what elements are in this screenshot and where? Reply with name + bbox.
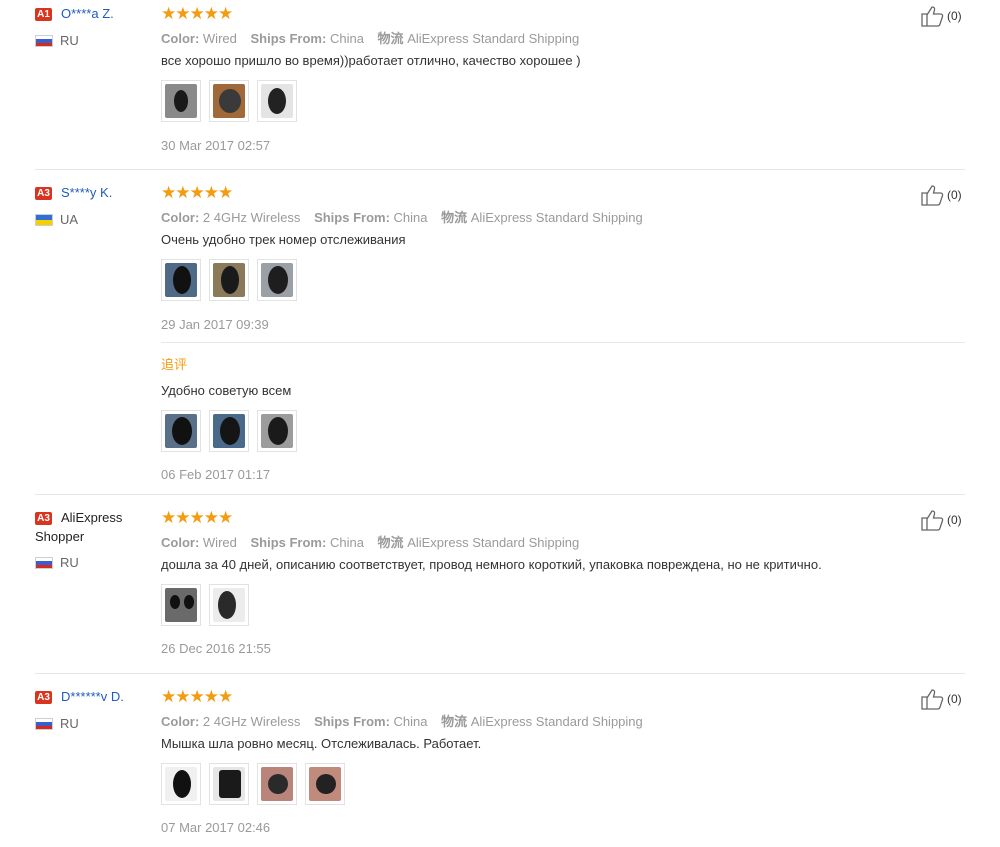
review-date: 29 Jan 2017 09:39: [161, 317, 269, 332]
helpful-count: (0): [947, 188, 962, 202]
review-attributes: Color: Wired Ships From: China 物流 AliExp…: [161, 28, 579, 47]
helpful-button[interactable]: (0): [921, 509, 981, 531]
buyer-level-badge: A3: [35, 512, 52, 525]
color-value: Wired: [202, 31, 237, 46]
review-photo-thumbnail[interactable]: [161, 410, 201, 452]
review-photo-thumbnail[interactable]: [209, 584, 249, 626]
helpful-count: (0): [947, 9, 962, 23]
reviewer-name[interactable]: D******v D.: [61, 689, 124, 704]
ukraine-flag-icon: [35, 214, 53, 226]
helpful-button[interactable]: (0): [921, 5, 981, 27]
review-photo-thumbnail[interactable]: [161, 80, 201, 122]
ships-from-label: Ships From:: [314, 714, 390, 729]
ships-from-label: Ships From:: [250, 31, 327, 46]
reviewer-country: UA: [60, 212, 79, 227]
thumbs-up-icon: [921, 185, 944, 206]
reviewer-name[interactable]: S****y K.: [61, 185, 112, 200]
review-photo-thumbnail[interactable]: [257, 80, 297, 122]
review-attributes: Color: 2 4GHz Wireless Ships From: China…: [161, 711, 643, 730]
review-photo-thumbnail[interactable]: [161, 584, 201, 626]
logistics-value: AliExpress Standard Shipping: [407, 31, 580, 46]
rating-stars: ★★★★★: [161, 4, 233, 23]
russia-flag-icon: [35, 718, 53, 730]
reviewer-name-line2: Shopper: [35, 529, 85, 544]
followup-text: Удобно советую всем: [161, 383, 292, 398]
color-label: Color:: [161, 535, 200, 550]
rating-stars: ★★★★★: [161, 687, 233, 706]
color-label: Color:: [161, 31, 200, 46]
review-photo-thumbnail[interactable]: [257, 259, 297, 301]
review-date: 07 Mar 2017 02:46: [161, 820, 271, 835]
followup-date: 06 Feb 2017 01:17: [161, 467, 271, 482]
ships-from-label: Ships From:: [250, 535, 327, 550]
reviewer-name-line1: AliExpress: [61, 510, 123, 525]
ships-from-value: China: [329, 535, 364, 550]
thumbs-up-icon: [921, 689, 944, 710]
review-divider: [35, 673, 965, 674]
logistics-value: AliExpress Standard Shipping: [470, 714, 643, 729]
russia-flag-icon: [35, 35, 53, 47]
review-photo-thumbnail[interactable]: [209, 763, 249, 805]
color-value: Wired: [202, 535, 237, 550]
review-photo-thumbnail[interactable]: [305, 763, 345, 805]
logistics-label: 物流: [441, 714, 468, 729]
followup-label: 追评: [161, 357, 188, 372]
review-text: Мышка шла ровно месяц. Отслеживалась. Ра…: [161, 736, 482, 751]
reviewer-country: RU: [60, 33, 79, 48]
review-attributes: Color: Wired Ships From: China 物流 AliExp…: [161, 532, 579, 551]
rating-stars: ★★★★★: [161, 183, 233, 202]
buyer-level-badge: A3: [35, 187, 52, 200]
logistics-label: 物流: [377, 535, 404, 550]
color-label: Color:: [161, 714, 200, 729]
thumbs-up-icon: [921, 510, 944, 531]
ships-from-value: China: [393, 714, 428, 729]
logistics-value: AliExpress Standard Shipping: [407, 535, 580, 550]
reviewer-country: RU: [60, 716, 79, 731]
ships-from-value: China: [393, 210, 428, 225]
review-photo-thumbnail[interactable]: [257, 763, 297, 805]
russia-flag-icon: [35, 557, 53, 569]
review-photo-thumbnail[interactable]: [161, 763, 201, 805]
logistics-label: 物流: [377, 31, 404, 46]
review-photo-thumbnail[interactable]: [209, 80, 249, 122]
helpful-count: (0): [947, 513, 962, 527]
thumbs-up-icon: [921, 6, 944, 27]
helpful-button[interactable]: (0): [921, 688, 981, 710]
buyer-level-badge: A1: [35, 8, 52, 21]
review-photo-thumbnail[interactable]: [257, 410, 297, 452]
review-photo-thumbnail[interactable]: [209, 410, 249, 452]
review-photo-thumbnail[interactable]: [209, 259, 249, 301]
color-value: 2 4GHz Wireless: [202, 210, 301, 225]
ships-from-value: China: [329, 31, 364, 46]
logistics-label: 物流: [441, 210, 468, 225]
reviewer-country: RU: [60, 555, 79, 570]
review-attributes: Color: 2 4GHz Wireless Ships From: China…: [161, 207, 643, 226]
ships-from-label: Ships From:: [314, 210, 390, 225]
rating-stars: ★★★★★: [161, 508, 233, 527]
review-date: 30 Mar 2017 02:57: [161, 138, 271, 153]
review-text: все хорошо пришло во время))работает отл…: [161, 53, 581, 68]
helpful-button[interactable]: (0): [921, 184, 981, 206]
review-divider: [35, 169, 965, 170]
review-photo-thumbnail[interactable]: [161, 259, 201, 301]
followup-divider: [161, 342, 965, 343]
color-label: Color:: [161, 210, 200, 225]
color-value: 2 4GHz Wireless: [202, 714, 301, 729]
review-date: 26 Dec 2016 21:55: [161, 641, 271, 656]
review-text: Очень удобно трек номер отслеживания: [161, 232, 406, 247]
review-divider: [35, 494, 965, 495]
buyer-level-badge: A3: [35, 691, 52, 704]
reviewer-name[interactable]: O****a Z.: [61, 6, 114, 21]
logistics-value: AliExpress Standard Shipping: [470, 210, 643, 225]
helpful-count: (0): [947, 692, 962, 706]
review-text: дошла за 40 дней, описанию соответствует…: [161, 557, 822, 572]
